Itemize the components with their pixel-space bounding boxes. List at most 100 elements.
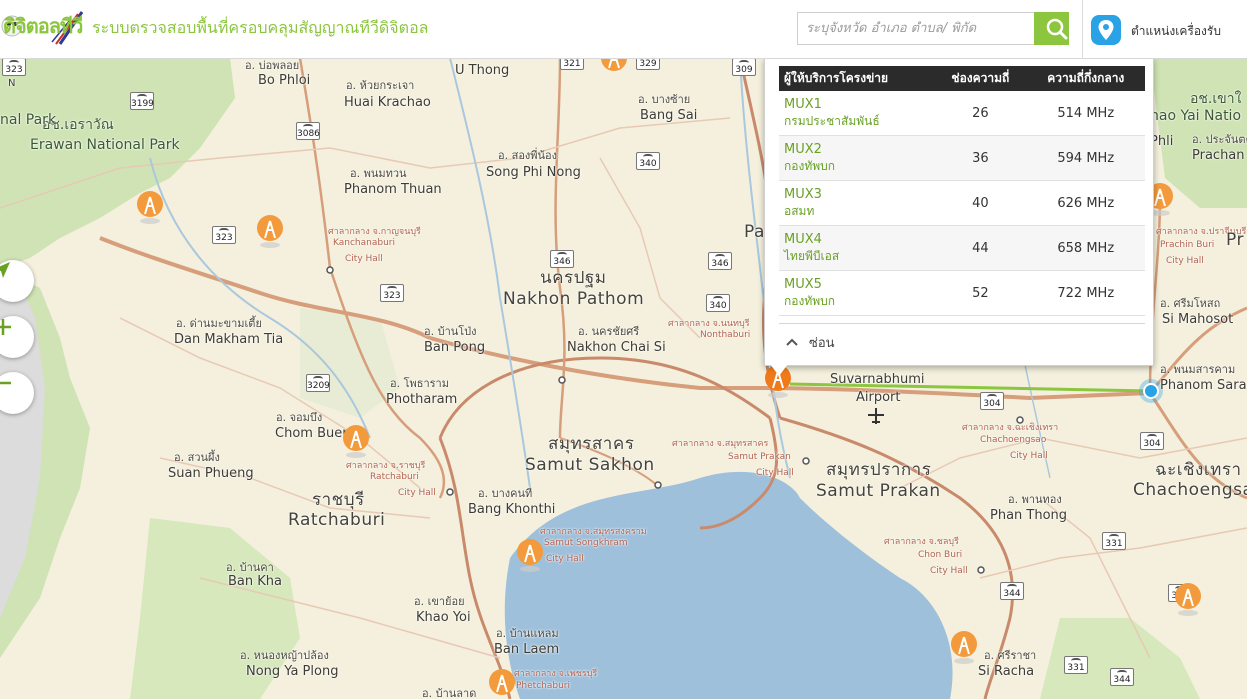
mux-operator: กองทัพบก (784, 294, 836, 308)
mux-name: MUX1 (784, 97, 822, 112)
place-bang-sai: Bang Sai (640, 108, 698, 123)
place-samut-prakan-city-hall: City Hall (756, 468, 794, 478)
route-shield: 309 (732, 58, 756, 76)
place-samut-songkhram-hall-th: ศาลากลาง จ.สมุทรสงคราม (540, 527, 647, 537)
place-chachoengsao-hall-th: ศาลากลาง จ.ฉะเชิงเทรา (962, 423, 1059, 433)
table-row: MUX1 กรมประชาสัมพันธ์ 26 514 MHz (779, 91, 1145, 136)
place-ban-kha: Ban Kha (228, 574, 282, 589)
transmitter-tower-icon[interactable] (136, 190, 164, 224)
transmitter-tower-icon[interactable] (950, 630, 978, 664)
place-samut-sakhon: Samut Sakhon (525, 455, 655, 475)
place-photharam: Photharam (386, 392, 458, 407)
place-suan-phueng: Suan Phueng (168, 466, 254, 481)
col-header-channel: ช่องความถี่ (934, 66, 1027, 91)
place-chon-buri-city-hall: City Hall (930, 566, 968, 576)
route-shield: 3209 (306, 374, 330, 392)
place-dan-makham-tia-th: อ. ด่านมะขามเตี้ย (176, 317, 262, 330)
place-ban-laem: Ban Laem (494, 642, 560, 657)
mux-frequency: 722 MHz (1026, 270, 1145, 316)
receiver-location-label[interactable]: ตำแหน่งเครื่องรับ (1131, 22, 1221, 41)
search-button[interactable] (1034, 12, 1069, 45)
place-phanom-thuan: Phanom Thuan (344, 182, 442, 197)
place-nakhon-chai-si: Nakhon Chai Si (567, 340, 666, 355)
transmitter-tower-icon[interactable] (600, 58, 628, 78)
place-phanom-sarakham: Phanom Sarakham (1160, 378, 1247, 393)
minus-icon (0, 381, 11, 385)
place-suan-phueng-th: อ. สวนผึ้ง (174, 451, 220, 464)
location-pin-icon[interactable] (1090, 14, 1122, 46)
place-ratchaburi-city-hall: City Hall (398, 488, 436, 498)
hide-details-button[interactable]: ซ่อน (779, 323, 1145, 360)
place-sri-mahosot: Si Mahosot (1162, 312, 1234, 327)
place-nonthaburi: Nonthaburi (700, 330, 751, 340)
place-ratchaburi-hall: Ratchaburi (370, 472, 419, 482)
place-chachoengsao: Chachoengsao (1133, 480, 1247, 500)
route-shield: 3086 (296, 122, 320, 140)
place-chachoengsao-hall: Chachoengsao (980, 435, 1047, 445)
mux-table: ผู้ให้บริการโครงข่าย ช่องความถี่ ความถี่… (779, 66, 1145, 316)
mux-operator: อสมท (784, 204, 815, 218)
place-prachin-city-hall: City Hall (1166, 256, 1204, 266)
place-ratchaburi-th: ราชบุรี (312, 490, 365, 510)
transmitter-tower-icon[interactable] (342, 424, 370, 458)
table-row: MUX2 กองทัพบก 36 594 MHz (779, 135, 1145, 181)
place-phetchaburi-hall-th: ศาลากลาง จ.เพชรบุรี (514, 669, 598, 679)
search-box (797, 12, 1035, 45)
place-bang-khonthi: Bang Khonthi (468, 502, 556, 517)
place-samut-songkhram-city-hall: City Hall (546, 554, 584, 564)
place-ban-laem-th: อ. บ้านแหลม (496, 627, 559, 640)
navigation-arrow-icon (0, 262, 10, 278)
plus-icon (0, 319, 11, 335)
chevron-up-icon (786, 338, 798, 346)
route-shield: 340 (706, 294, 730, 312)
place-khao-yai: hao Yai Natio (1150, 108, 1242, 124)
place-sri-mahosot-th: อ. ศรีมโหสถ (1160, 297, 1221, 310)
place-suvarnabhumi: Suvarnabhumi (830, 372, 925, 387)
place-chon-buri-hall-th: ศาลากลาง จ.ชลบุรี (884, 537, 959, 547)
mux-channel: 40 (934, 180, 1027, 226)
place-pr-label: Pr (1226, 230, 1244, 250)
site-title: ระบบตรวจสอบพื้นที่ครอบคลุมสัญญาณทีวีดิจิ… (92, 18, 429, 37)
mux-frequency: 658 MHz (1026, 225, 1145, 271)
mux-operator: กองทัพบก (784, 159, 836, 173)
mux-name: MUX4 (784, 232, 822, 247)
search-input[interactable] (798, 13, 1034, 44)
transmitter-info-popup: ผู้ให้บริการโครงข่าย ช่องความถี่ ความถี่… (764, 58, 1154, 366)
place-samut-prakan-th: สมุทรปราการ (826, 460, 932, 480)
route-shield: 323 (2, 58, 26, 76)
app-header: ดิจิตอลทีวี ระบบตรวจสอบพื้นที่ครอบคลุมสั… (0, 0, 1247, 59)
place-photharam-th: อ. โพธาราม (390, 377, 449, 390)
place-nakhon-pathom: Nakhon Pathom (503, 289, 645, 309)
place-kanchanaburi-hall-th: ศาลากลาง จ.กาญจนบุรี (328, 227, 421, 237)
mux-operator: ไทยพีบีเอส (784, 249, 840, 263)
place-nakhon-chai-si-th: อ. นครชัยศรี (578, 325, 640, 338)
place-u-thong: U Thong (455, 63, 510, 78)
table-row: MUX5 กองทัพบก 52 722 MHz (779, 270, 1145, 316)
logo-text: ดิจิตอลทีวี (3, 14, 83, 38)
place-samut-prakan: Samut Prakan (816, 481, 941, 501)
place-samut-sakhon-hall-th: ศาลากลาง จ.สมุทรสาคร (672, 439, 769, 449)
digital-tv-logo[interactable]: ดิจิตอลทีวี (0, 4, 84, 54)
place-si-racha: Si Racha (978, 664, 1035, 679)
place-chon-buri: Chon Buri (918, 550, 963, 560)
transmitter-tower-icon[interactable] (1174, 582, 1202, 616)
place-prachin-buri: Prachin Buri (1160, 240, 1215, 250)
transmitter-tower-icon[interactable] (516, 538, 544, 572)
table-header-row: ผู้ให้บริการโครงข่าย ช่องความถี่ ความถี่… (779, 66, 1145, 91)
transmitter-tower-icon[interactable] (488, 668, 516, 699)
transmitter-tower-icon[interactable] (256, 214, 284, 248)
table-row: MUX4 ไทยพีบีเอส 44 658 MHz (779, 225, 1145, 271)
hide-details-label: ซ่อน (809, 335, 835, 351)
place-khao-yai-th: อช.เขาใ (1190, 91, 1242, 107)
place-dan-makham-tia: Dan Makham Tia (174, 332, 284, 347)
route-shield: 323 (212, 226, 236, 244)
place-phan-thong-th: อ. พานทอง (1008, 493, 1062, 506)
place-prachantakham: Prachan (1192, 148, 1245, 163)
place-khao-yoi-th: อ. เขาย้อย (414, 595, 465, 608)
mux-channel: 52 (934, 270, 1027, 316)
place-samut-songkhram: Samut Songkhram (544, 538, 628, 548)
place-phetchaburi: Phetchaburi (516, 681, 570, 691)
place-ratchaburi-hall-th: ศาลากลาง จ.ราชบุรี (346, 461, 426, 471)
mux-name: MUX5 (784, 277, 822, 292)
route-shield: 323 (380, 284, 404, 302)
